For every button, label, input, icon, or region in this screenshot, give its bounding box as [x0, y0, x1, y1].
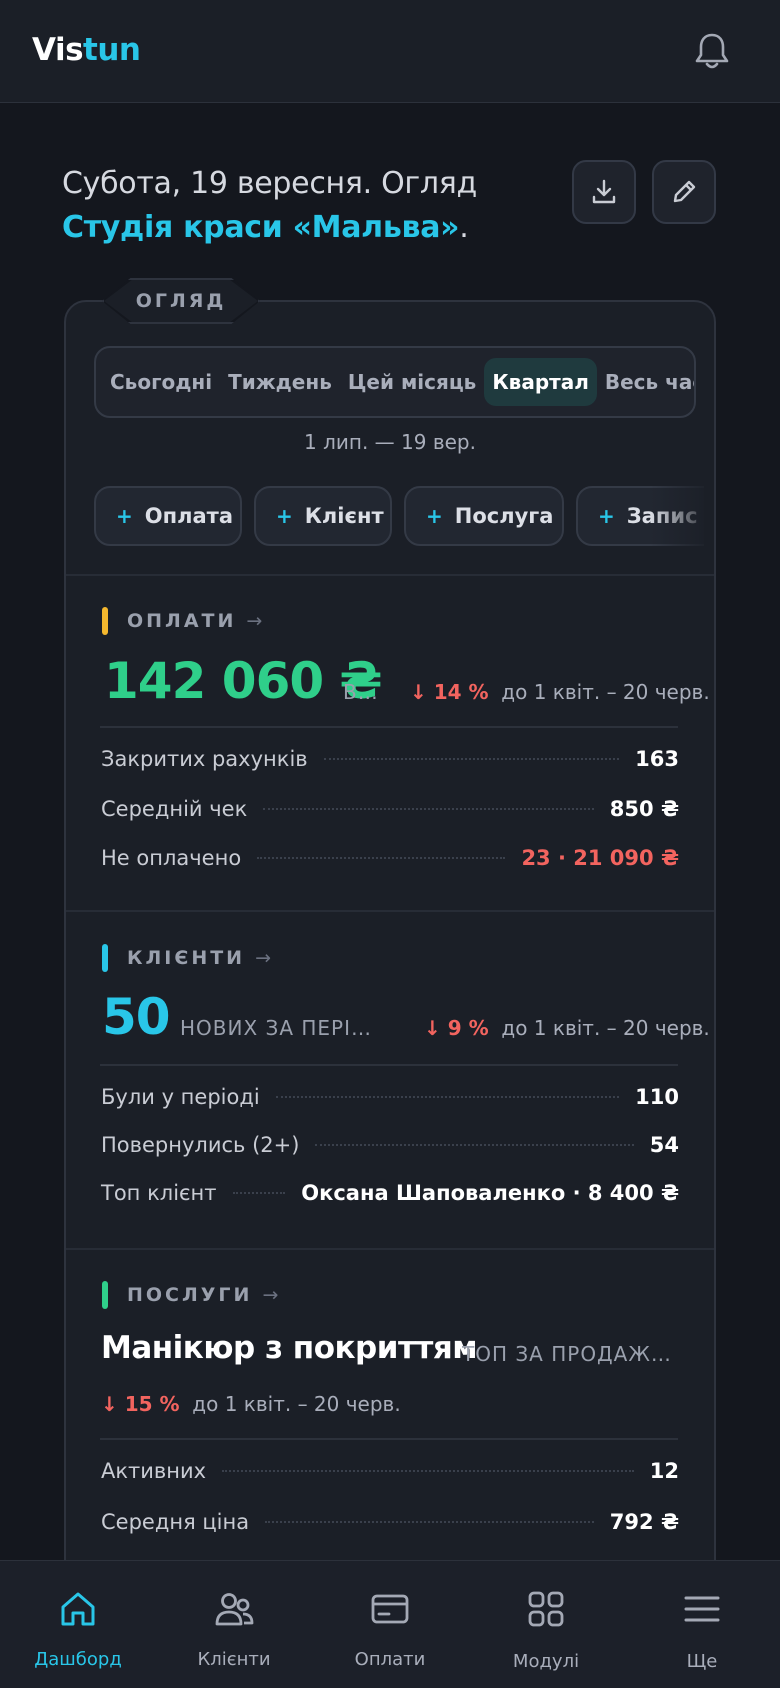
plus-icon: + [276, 504, 293, 528]
period-month[interactable]: Цей місяць [340, 358, 484, 406]
add-service-button[interactable]: + Послуга [404, 486, 564, 546]
arrow-right-icon: → [262, 1284, 279, 1306]
studio-name[interactable]: Студія краси «Мальва» [62, 210, 460, 245]
period-week[interactable]: Тиждень [220, 358, 340, 406]
edit-button[interactable] [652, 160, 716, 224]
payments-amount: 142 060 ₴ [104, 652, 383, 710]
services-compare: до 1 квіт. – 20 черв. [192, 1392, 401, 1416]
clients-sub: НОВИХ ЗА ПЕРІОД [180, 1016, 380, 1040]
unpaid-row[interactable]: Не оплачено 23 · 21 090 ₴ [101, 843, 679, 873]
add-payment-button[interactable]: + Оплата [94, 486, 242, 546]
nav-payments[interactable]: Оплати [312, 1561, 468, 1688]
clients-delta: ↓ 9 % до 1 квіт. – 20 черв. [424, 1016, 710, 1040]
download-icon [592, 179, 616, 204]
logo-part-2: tun [83, 32, 141, 68]
payments-section-link[interactable]: ОПЛАТИ → [127, 610, 262, 632]
pencil-icon [673, 180, 696, 203]
section-marker [102, 944, 108, 972]
intro-tail: . [459, 210, 469, 245]
bell-icon[interactable] [692, 30, 732, 72]
divider [66, 1248, 714, 1250]
clients-section-link[interactable]: КЛІЄНТИ → [127, 947, 271, 969]
payments-delta-value: ↓ 14 % [410, 680, 489, 704]
stat-row: Середній чек 850 ₴ [101, 797, 679, 821]
stat-row: Активних 12 [101, 1459, 679, 1483]
clients-compare: до 1 квіт. – 20 черв. [501, 1016, 710, 1040]
period-selector: Сьогодні Тиждень Цей місяць Квартал Весь… [94, 346, 696, 418]
app-header: Vistun [0, 0, 780, 103]
stat-row: Середня ціна 792 ₴ [101, 1510, 679, 1534]
period-quarter[interactable]: Квартал [484, 358, 597, 406]
plus-icon: + [426, 504, 443, 528]
services-delta-value: ↓ 15 % [101, 1392, 180, 1416]
grid-icon [528, 1591, 564, 1627]
add-client-label: Клієнт [304, 504, 384, 528]
add-service-label: Послуга [454, 504, 554, 528]
bottom-nav: Дашборд Клієнти Оплати Модулі Ще [0, 1560, 780, 1688]
payments-delta: ↓ 14 % до 1 квіт. – 20 черв. [410, 680, 710, 704]
overview-tag-label: ОГЛЯД [135, 290, 227, 312]
payments-compare: до 1 квіт. – 20 черв. [501, 680, 710, 704]
services-sub: ТОП ЗА ПРОДАЖАМ… [462, 1342, 676, 1366]
clients-delta-value: ↓ 9 % [424, 1016, 489, 1040]
divider [66, 910, 714, 912]
download-button[interactable] [572, 160, 636, 224]
nav-clients[interactable]: Клієнти [156, 1561, 312, 1688]
stat-row: Були у періоді 110 [101, 1085, 679, 1109]
divider [66, 574, 714, 576]
arrow-right-icon: → [255, 947, 272, 969]
services-delta: ↓ 15 % до 1 квіт. – 20 черв. [101, 1392, 401, 1416]
card-icon [371, 1594, 409, 1624]
plus-icon: + [598, 504, 615, 528]
payments-title: ОПЛАТИ [127, 610, 237, 632]
add-client-button[interactable]: + Клієнт [254, 486, 392, 546]
period-all-time[interactable]: Весь час [597, 358, 694, 406]
services-title: ПОСЛУГИ [127, 1284, 253, 1306]
services-section-link[interactable]: ПОСЛУГИ → [127, 1284, 278, 1306]
logo-part-1: Vis [32, 32, 84, 68]
top-client-row[interactable]: Топ клієнт Оксана Шаповаленко · 8 400 ₴ [101, 1178, 679, 1208]
home-icon [61, 1592, 95, 1626]
stat-row: Повернулись (2+) 54 [101, 1133, 679, 1157]
app-logo[interactable]: Vistun [32, 32, 141, 68]
quick-add-bar: +Оплата +Клієнт +Послуга +Запис [94, 486, 704, 546]
period-today[interactable]: Сьогодні [102, 358, 220, 406]
plus-icon: + [116, 504, 133, 528]
intro-date: Субота, 19 вересня. Огляд [62, 166, 477, 201]
section-marker [102, 607, 108, 635]
nav-more[interactable]: Ще [624, 1561, 780, 1688]
page-title: Субота, 19 вересня. Огляд Студія краси «… [62, 162, 542, 250]
nav-modules[interactable]: Модулі [468, 1561, 624, 1688]
top-service-name: Манікюр з покриттям [101, 1330, 478, 1366]
section-marker [102, 1281, 108, 1309]
users-icon [215, 1593, 254, 1626]
date-range: 1 лип. — 19 вер. [304, 430, 476, 454]
stat-row: Закритих рахунків 163 [101, 747, 679, 771]
nav-dashboard[interactable]: Дашборд [0, 1561, 156, 1688]
payments-sub: ВИ… [343, 680, 389, 704]
menu-icon [684, 1596, 720, 1622]
clients-amount: 50 [102, 988, 171, 1046]
arrow-right-icon: → [246, 610, 263, 632]
clients-title: КЛІЄНТИ [127, 947, 246, 969]
add-payment-label: Оплата [144, 504, 234, 528]
